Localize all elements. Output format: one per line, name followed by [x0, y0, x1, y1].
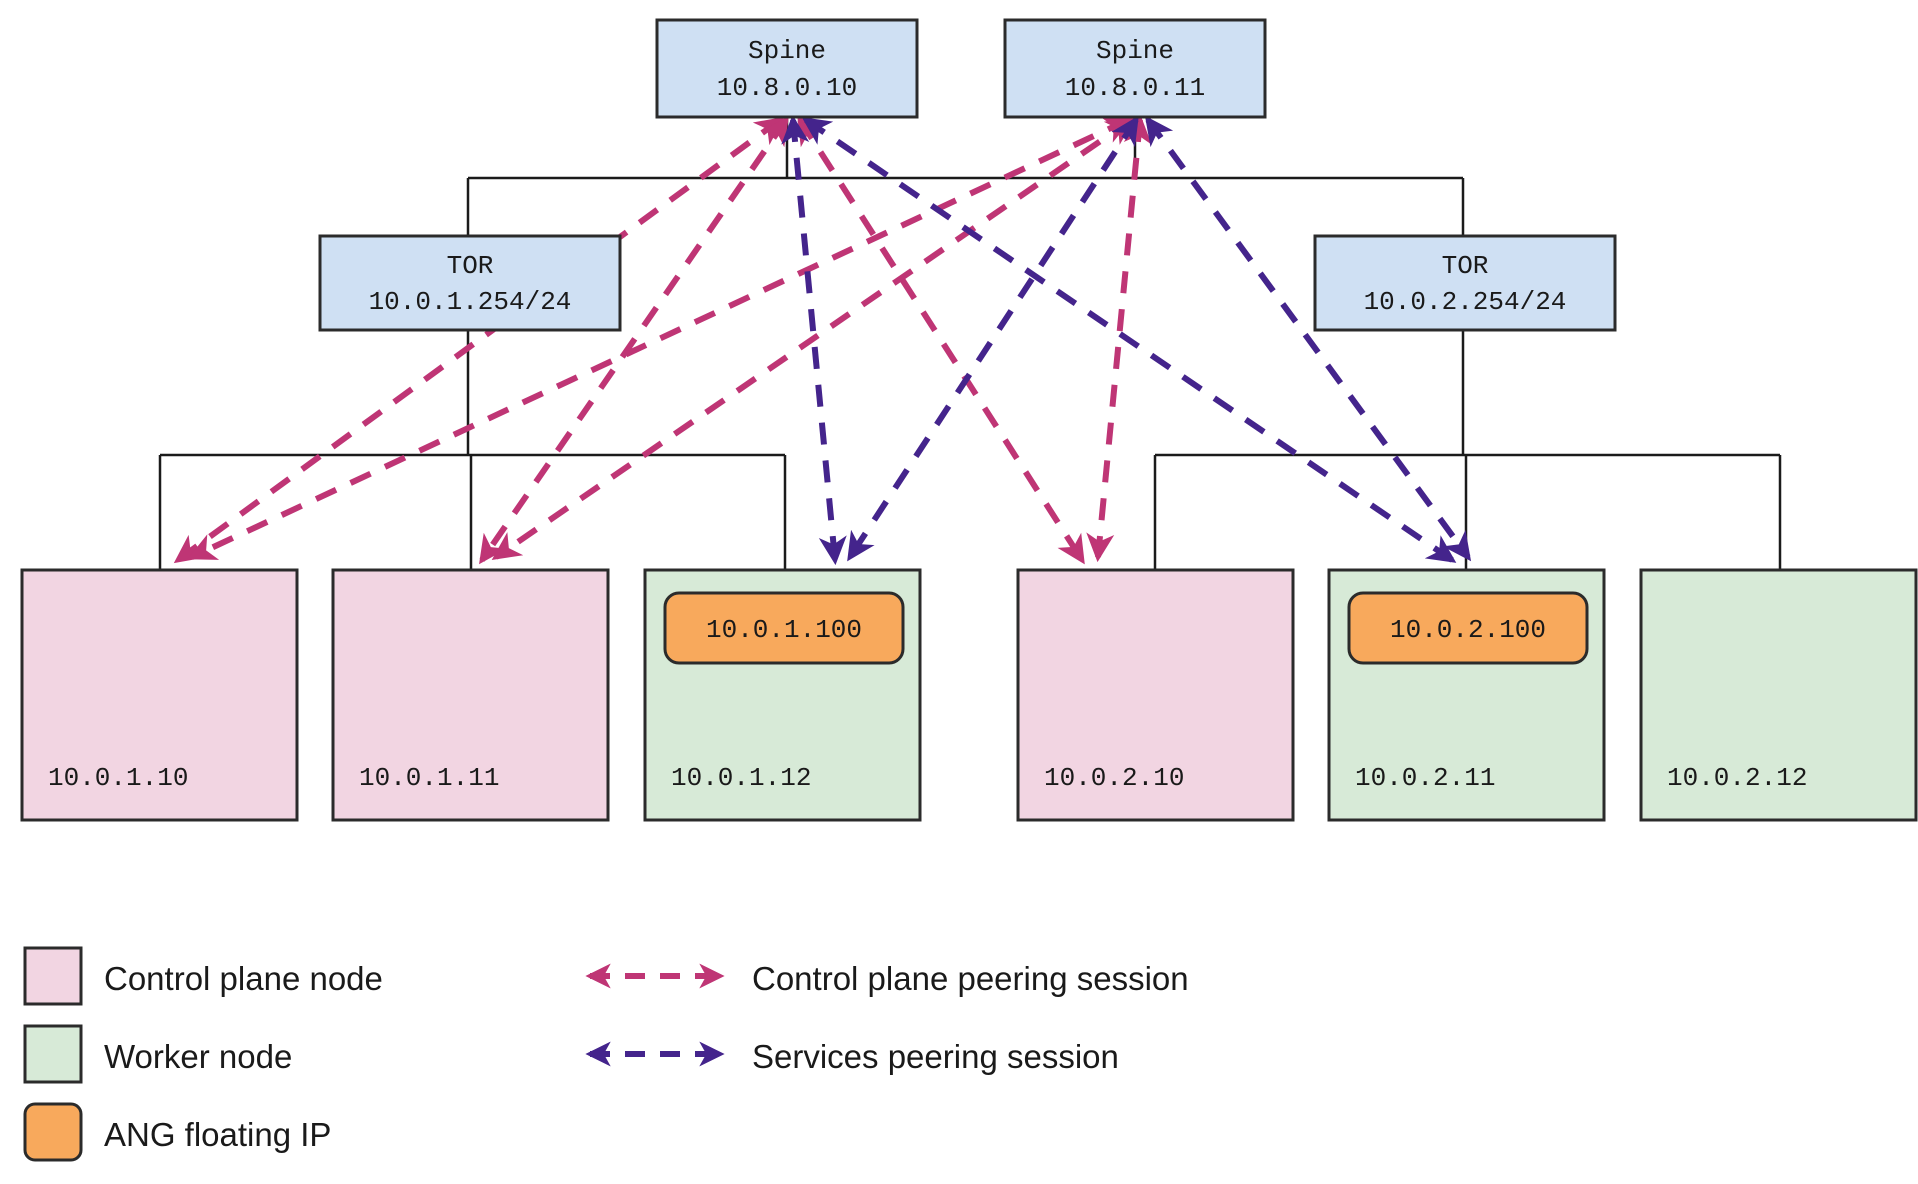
node-6[interactable]: 10.0.2.12: [1639, 568, 1918, 822]
spine-1[interactable]: Spine 10.8.0.10: [655, 18, 919, 119]
legend-control-plane-swatch: [23, 946, 83, 1006]
peer-spine2-float1: [847, 115, 1139, 562]
legend-services-peering: Services peering session: [585, 1038, 1119, 1075]
topology-canvas: Spine 10.8.0.10 Spine 10.8.0.11 TOR 10.0…: [20, 18, 1918, 1162]
peer-spine2-node4: [1086, 114, 1152, 563]
tor-1[interactable]: TOR 10.0.1.254/24: [318, 234, 622, 332]
tor-2-address: 10.0.2.254/24: [1364, 287, 1567, 317]
peer-spine2-node1: [187, 117, 1133, 560]
spine-1-address: 10.8.0.10: [717, 73, 857, 103]
node-1[interactable]: 10.0.1.10: [20, 568, 299, 822]
node-2[interactable]: 10.0.1.11: [331, 568, 610, 822]
node-3[interactable]: 10.0.1.100 10.0.1.12: [643, 568, 922, 822]
tor-2-role: TOR: [1442, 251, 1489, 281]
physical-link-group: [158, 118, 1782, 570]
node-5[interactable]: 10.0.2.100 10.0.2.11: [1327, 568, 1606, 822]
legend-control-plane: Control plane node: [23, 946, 383, 1006]
spine-1-role: Spine: [748, 36, 826, 66]
node-3-address: 10.0.1.12: [671, 763, 811, 793]
legend-control-plane-peering: Control plane peering session: [585, 960, 1189, 997]
node-3-floating-ip: 10.0.1.100: [706, 615, 862, 645]
peer-spine1-node1: [173, 116, 785, 564]
tor-2[interactable]: TOR 10.0.2.254/24: [1313, 234, 1617, 332]
node-4-address: 10.0.2.10: [1044, 763, 1184, 793]
network-topology-diagram: Spine 10.8.0.10 Spine 10.8.0.11 TOR 10.0…: [0, 0, 1918, 1184]
control-plane-peering-group: [173, 114, 1152, 565]
node-2-address: 10.0.1.11: [359, 763, 499, 793]
legend-control-plane-peering-label: Control plane peering session: [752, 960, 1189, 997]
spine-2-address: 10.8.0.11: [1065, 73, 1205, 103]
legend-services-peering-label: Services peering session: [752, 1038, 1119, 1075]
node-1-address: 10.0.1.10: [48, 763, 188, 793]
legend-worker-label: Worker node: [104, 1038, 292, 1075]
peer-spine2-float2: [1144, 115, 1472, 562]
node-4[interactable]: 10.0.2.10: [1016, 568, 1295, 822]
spine-2[interactable]: Spine 10.8.0.11: [1003, 18, 1267, 119]
legend-floating-ip: ANG floating IP: [23, 1102, 331, 1162]
legend-worker: Worker node: [23, 1024, 292, 1084]
legend-control-plane-label: Control plane node: [104, 960, 383, 997]
node-6-address: 10.0.2.12: [1667, 763, 1807, 793]
legend-worker-swatch: [23, 1024, 83, 1084]
tor-1-address: 10.0.1.254/24: [369, 287, 572, 317]
peer-spine1-float2: [801, 117, 1457, 563]
peer-spine1-node4: [797, 115, 1085, 565]
legend: Control plane node Worker node ANG float…: [23, 946, 1189, 1162]
node-5-floating-ip: 10.0.2.100: [1390, 615, 1546, 645]
spine-2-role: Spine: [1096, 36, 1174, 66]
services-peering-group: [781, 114, 1472, 566]
legend-floating-ip-label: ANG floating IP: [104, 1116, 331, 1153]
tor-1-role: TOR: [447, 251, 494, 281]
peer-spine1-node2: [479, 115, 789, 565]
node-5-address: 10.0.2.11: [1355, 763, 1495, 793]
legend-floating-ip-swatch: [23, 1102, 83, 1162]
